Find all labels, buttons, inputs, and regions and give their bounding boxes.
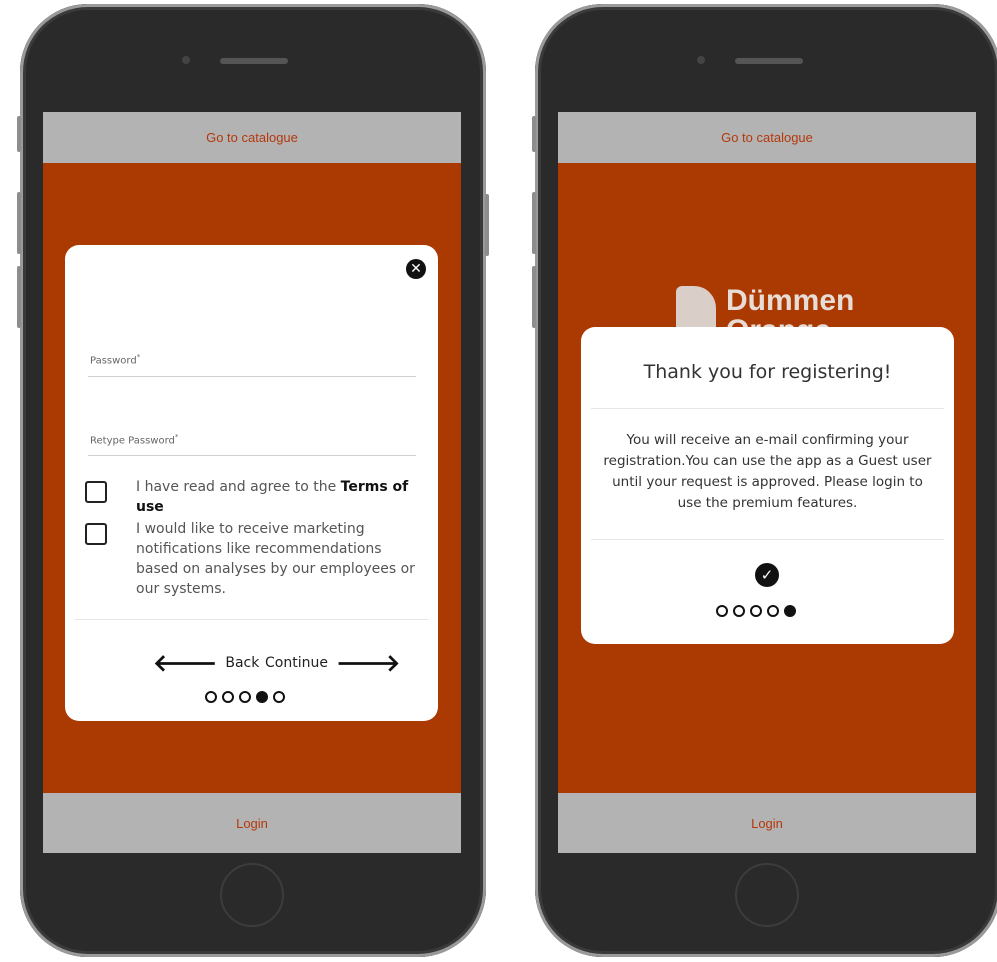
terms-checkbox[interactable] xyxy=(85,481,107,503)
close-icon[interactable]: ✕ xyxy=(406,259,426,279)
modal-title: Thank you for registering! xyxy=(643,361,892,383)
step-dot xyxy=(733,605,745,617)
registration-modal: ✕ Password* Retype Password* I have read… xyxy=(65,245,438,721)
retype-password-input[interactable] xyxy=(88,455,416,456)
go-to-catalogue-label: Go to catalogue xyxy=(721,130,813,145)
confirmation-modal: Thank you for registering! You will rece… xyxy=(581,327,954,644)
terms-text: I have read and agree to the Terms of us… xyxy=(136,479,409,515)
password-label: Password* xyxy=(90,353,141,367)
back-button[interactable]: 🡐 Back xyxy=(153,649,259,677)
continue-button[interactable]: Continue 🡒 xyxy=(265,649,401,677)
divider xyxy=(75,619,428,620)
mute-switch xyxy=(532,116,536,152)
arrow-right-icon: 🡒 xyxy=(335,649,401,677)
step-dot xyxy=(767,605,779,617)
step-dot xyxy=(205,691,217,703)
volume-down-button xyxy=(532,266,536,328)
front-camera xyxy=(697,56,705,64)
login-label: Login xyxy=(751,815,783,831)
power-button xyxy=(485,194,489,256)
password-input[interactable] xyxy=(88,376,416,377)
step-dot xyxy=(239,691,251,703)
app-screen: Go to catalogue ✕ Password* Retype Passw… xyxy=(43,112,461,853)
step-dot xyxy=(716,605,728,617)
go-to-catalogue-button[interactable]: Go to catalogue xyxy=(558,112,976,163)
mute-switch xyxy=(17,116,21,152)
phone-right: Go to catalogue Dümmen Orange Thank you … xyxy=(532,4,997,957)
go-to-catalogue-button[interactable]: Go to catalogue xyxy=(43,112,461,163)
arrow-left-icon: 🡐 xyxy=(153,649,218,677)
step-dot-active xyxy=(784,605,796,617)
step-indicator xyxy=(205,691,285,703)
divider xyxy=(591,539,944,540)
marketing-checkbox[interactable] xyxy=(85,523,107,545)
login-button[interactable]: Login xyxy=(43,793,461,853)
check-circle-icon: ✓ xyxy=(755,563,779,587)
app-screen: Go to catalogue Dümmen Orange Thank you … xyxy=(558,112,976,853)
volume-down-button xyxy=(17,266,21,328)
marketing-text: I would like to receive marketing notifi… xyxy=(136,521,415,597)
step-dot-active xyxy=(256,691,268,703)
login-button[interactable]: Login xyxy=(558,793,976,853)
step-dot xyxy=(222,691,234,703)
front-camera xyxy=(182,56,190,64)
confirmation-message: You will receive an e-mail confirming yo… xyxy=(603,432,932,511)
home-button xyxy=(220,863,284,927)
divider xyxy=(591,408,944,409)
volume-up-button xyxy=(17,192,21,254)
home-button xyxy=(735,863,799,927)
step-indicator xyxy=(716,605,796,617)
speaker xyxy=(220,58,288,64)
phone-left: Go to catalogue ✕ Password* Retype Passw… xyxy=(17,4,489,957)
logo-line-1: Dümmen xyxy=(726,284,855,317)
step-dot xyxy=(750,605,762,617)
speaker xyxy=(735,58,803,64)
step-dot xyxy=(273,691,285,703)
go-to-catalogue-label: Go to catalogue xyxy=(206,130,298,145)
retype-password-label: Retype Password* xyxy=(90,433,179,447)
volume-up-button xyxy=(532,192,536,254)
login-label: Login xyxy=(236,815,268,831)
